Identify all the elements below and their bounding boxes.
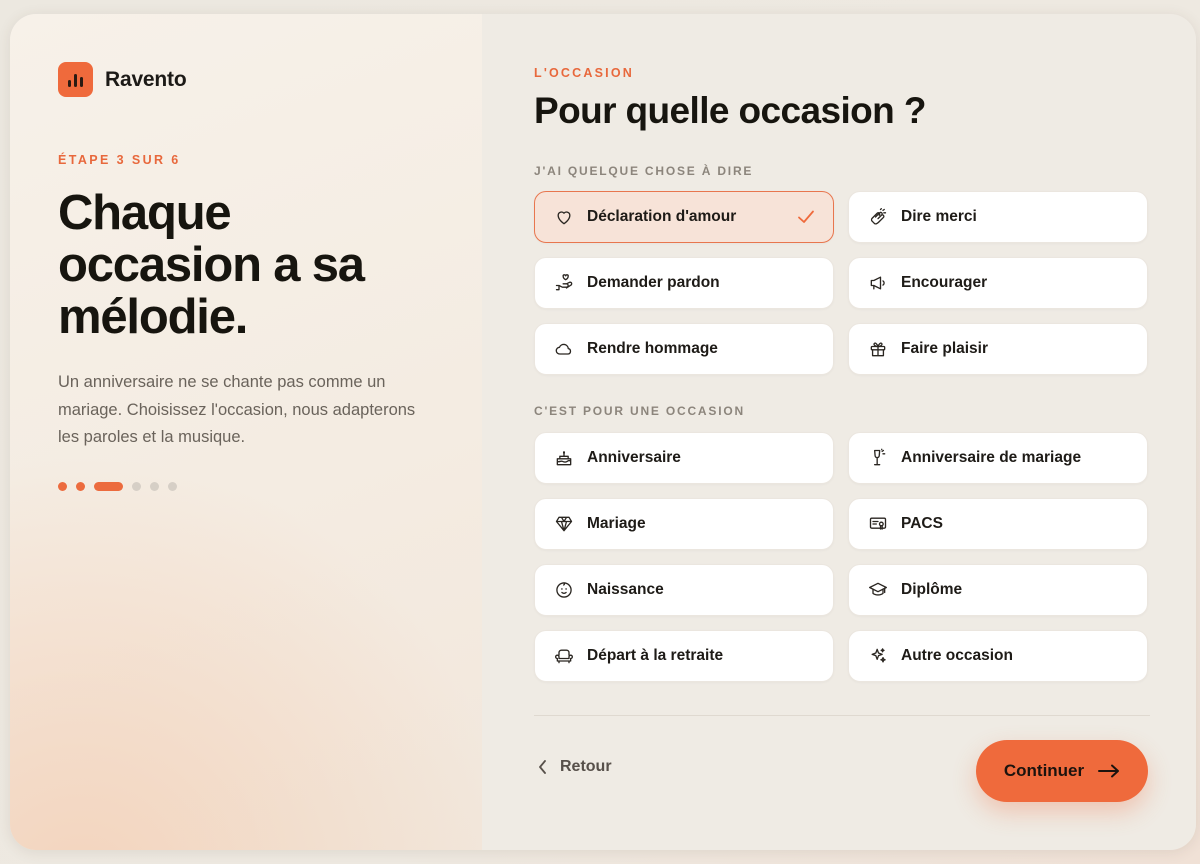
option-mariage[interactable]: Mariage (534, 498, 834, 550)
option-label: Naissance (587, 581, 664, 598)
option-label: Encourager (901, 274, 988, 291)
option-label: Faire plaisir (901, 340, 989, 357)
progress-dot (76, 481, 85, 491)
brand-name: Ravento (105, 67, 187, 91)
option-label: Anniversaire de mariage (901, 449, 1082, 466)
back-button[interactable]: Retour (538, 758, 612, 776)
baby-icon (553, 579, 575, 601)
champagne-icon (867, 447, 889, 469)
left-panel: Ravento ÉTAPE 3 SUR 6 Chaque occasion a … (10, 14, 482, 850)
diamond-icon (553, 513, 575, 535)
gift-icon (867, 338, 889, 360)
option-rendre-hommage[interactable]: Rendre hommage (534, 323, 834, 375)
group-label-dire: J'AI QUELQUE CHOSE À DIRE (534, 164, 754, 178)
option-depart-a-la-retraite[interactable]: Départ à la retraite (534, 630, 834, 682)
option-faire-plaisir[interactable]: Faire plaisir (848, 323, 1148, 375)
option-label: Rendre hommage (587, 340, 718, 357)
group-label-occasion: C'EST POUR UNE OCCASION (534, 404, 745, 418)
graduation-cap-icon (867, 579, 889, 601)
chevron-left-icon (539, 760, 546, 774)
option-label: Autre occasion (901, 647, 1013, 664)
check-icon (797, 209, 815, 230)
progress-dot (58, 481, 67, 491)
progress-dots (58, 481, 482, 491)
armchair-icon (553, 645, 575, 667)
back-label: Retour (560, 758, 612, 775)
option-label: PACS (901, 515, 943, 532)
onboarding-card: Ravento ÉTAPE 3 SUR 6 Chaque occasion a … (10, 14, 1196, 850)
divider (534, 715, 1150, 716)
logo-icon (58, 62, 93, 97)
megaphone-icon (867, 272, 889, 294)
option-encourager[interactable]: Encourager (848, 257, 1148, 309)
hand-heart-icon (553, 272, 575, 294)
continue-label: Continuer (1003, 761, 1085, 780)
progress-dot (168, 481, 177, 491)
option-label: Déclaration d'amour (587, 208, 737, 225)
right-panel: L'OCCASION Pour quelle occasion ? J'AI Q… (482, 14, 1196, 850)
option-demander-pardon[interactable]: Demander pardon (534, 257, 834, 309)
option-label: Demander pardon (587, 274, 720, 291)
brand: Ravento (58, 62, 482, 97)
continue-button[interactable]: Continuer (976, 740, 1148, 802)
option-label: Dire merci (901, 208, 977, 225)
option-autre-occasion[interactable]: Autre occasion (848, 630, 1148, 682)
progress-dot (150, 481, 159, 491)
cake-icon (553, 447, 575, 469)
option-label: Départ à la retraite (587, 647, 724, 664)
option-label: Diplôme (901, 581, 963, 598)
section-eyebrow: L'OCCASION (534, 66, 634, 80)
option-anniversaire-de-mariage[interactable]: Anniversaire de mariage (848, 432, 1148, 484)
option-label: Anniversaire (587, 449, 681, 466)
progress-dot (132, 481, 141, 491)
sparkles-icon (867, 645, 889, 667)
hero-description: Un anniversaire ne se chante pas comme u… (58, 373, 416, 446)
cloud-icon (553, 338, 575, 360)
option-diplome[interactable]: Diplôme (848, 564, 1148, 616)
option-declaration-d-amour[interactable]: Déclaration d'amour (534, 191, 834, 243)
heart-icon (553, 206, 575, 228)
page-title: Pour quelle occasion ? (534, 90, 926, 131)
certificate-icon (867, 513, 889, 535)
progress-dot (94, 481, 123, 491)
step-label: ÉTAPE 3 SUR 6 (58, 153, 181, 167)
option-pacs[interactable]: PACS (848, 498, 1148, 550)
arrow-right-icon (1098, 764, 1120, 778)
option-label: Mariage (587, 515, 646, 532)
hero-title: Chaque occasion a sa mélodie. (58, 186, 365, 344)
options-grid-occasion: Anniversaire Anniversaire de mariage Maria… (534, 432, 1148, 682)
option-dire-merci[interactable]: Dire merci (848, 191, 1148, 243)
option-naissance[interactable]: Naissance (534, 564, 834, 616)
options-grid-dire: Déclaration d'amour Dire merci Demander pa… (534, 191, 1148, 375)
option-anniversaire[interactable]: Anniversaire (534, 432, 834, 484)
clapping-hands-icon (867, 206, 889, 228)
